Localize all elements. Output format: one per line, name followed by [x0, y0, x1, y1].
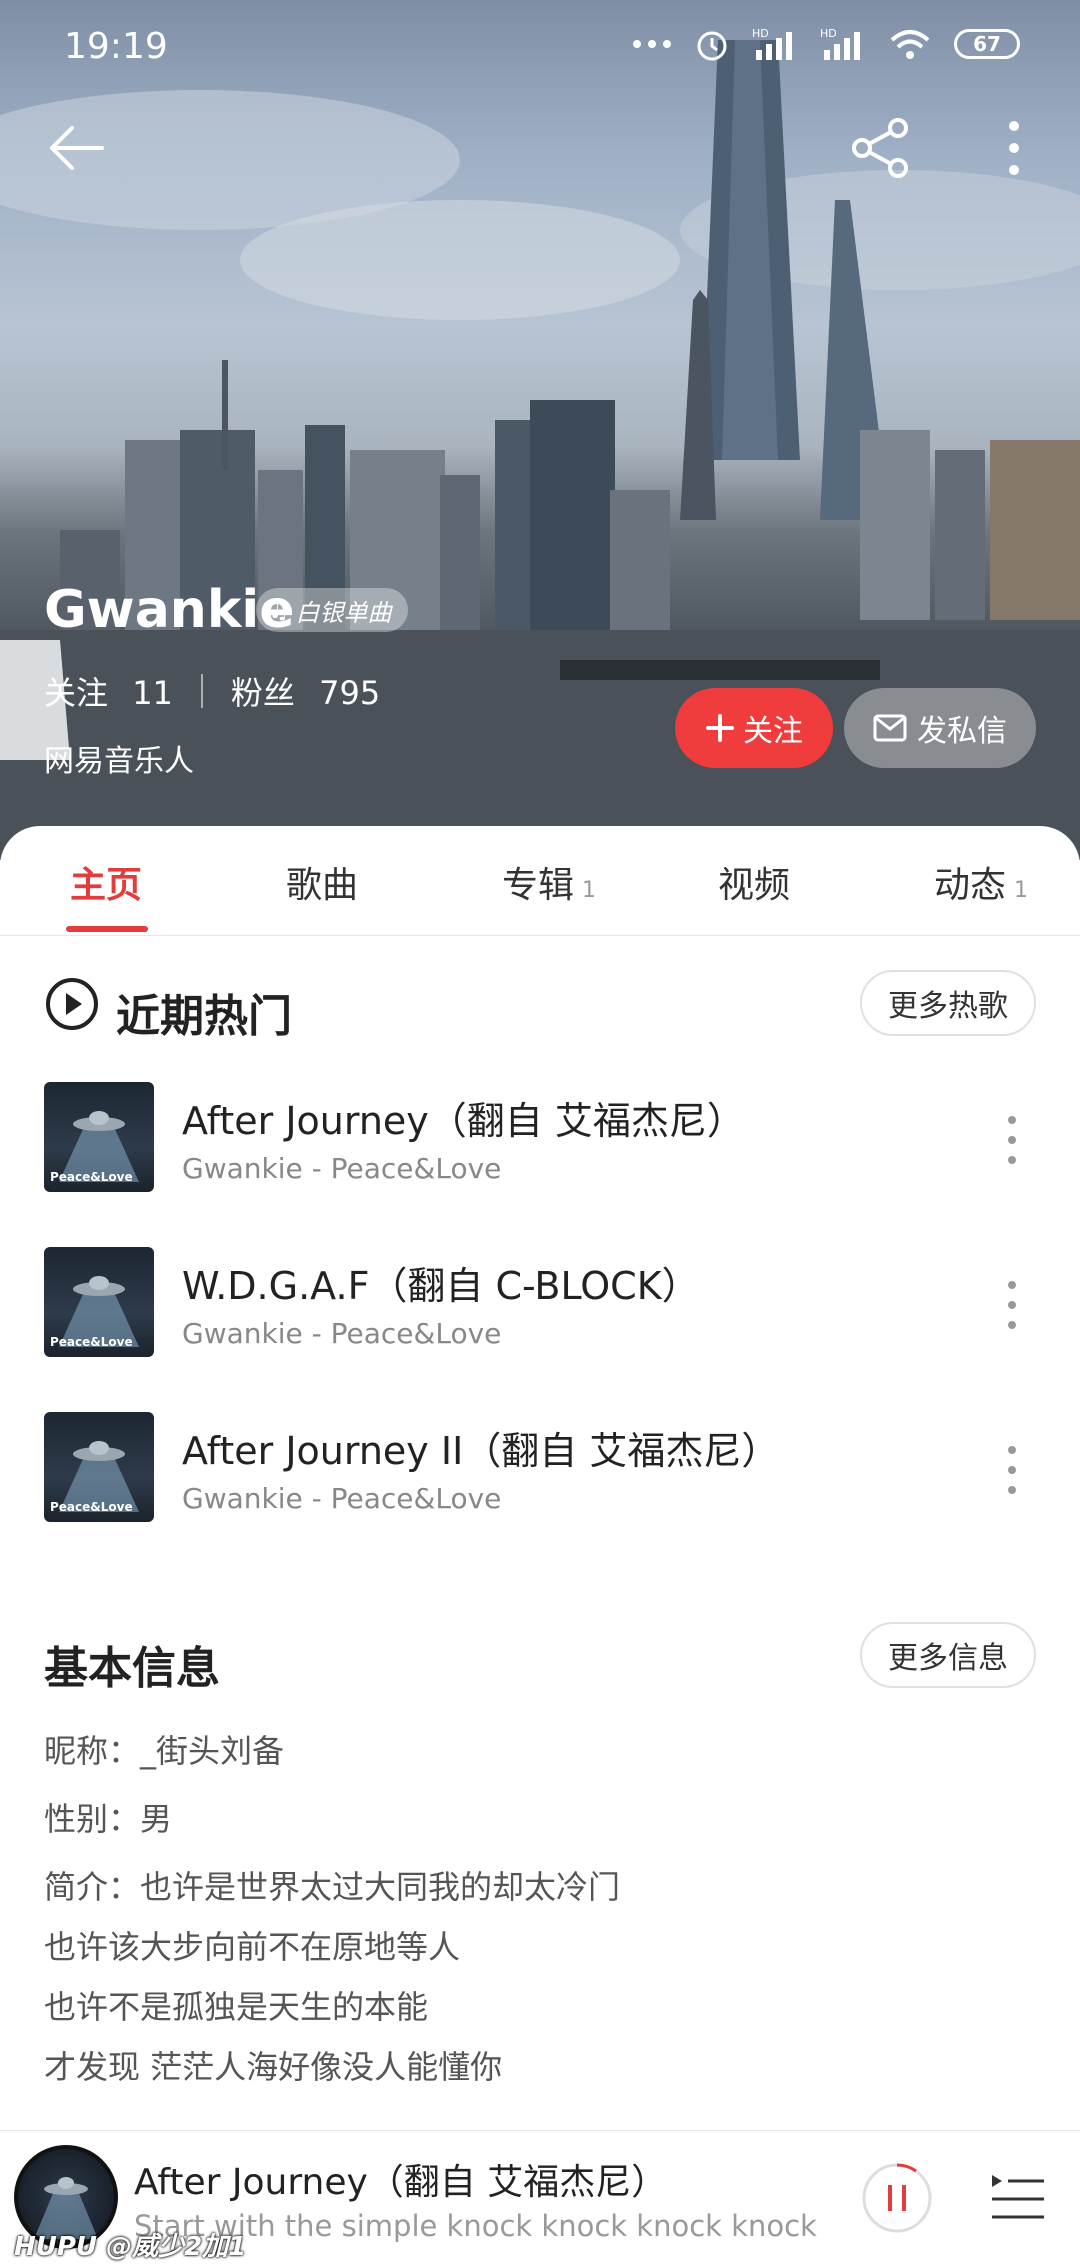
song-title: W.D.G.A.F（翻自 C-BLOCK） [182, 1264, 700, 1308]
arrow-left-icon [50, 126, 104, 170]
tab-albums[interactable]: 专辑 1 [502, 856, 596, 908]
more-info-button[interactable]: 更多信息 [860, 1622, 1036, 1688]
follow-stats: 关注 11 粉丝 795 [44, 668, 380, 714]
nickname-line: 昵称：_街头刘备 [44, 1732, 285, 1770]
basic-info-header: 基本信息 更多信息 [44, 1622, 1036, 1694]
active-tab-indicator [66, 926, 148, 932]
more-notifications-icon [632, 24, 672, 64]
status-bar: 19:19 HD HD 67 [0, 0, 1080, 96]
watermark: HUPU @威少2加1 [14, 2232, 247, 2262]
music-note-icon: ♫ [268, 596, 290, 624]
fans-stat[interactable]: 粉丝 795 [231, 668, 380, 714]
fans-count: 795 [319, 674, 381, 712]
cover-text: Peace&Love [50, 1500, 133, 1514]
signal-label-1: HD [752, 27, 769, 40]
signal-icon-2: HD [820, 24, 866, 64]
cover-text: Peace&Love [50, 1170, 133, 1184]
back-button[interactable] [44, 116, 108, 180]
song-title: After Journey（翻自 艾福杰尼） [182, 1099, 745, 1143]
following-count: 11 [132, 674, 173, 712]
song-artist-album: Gwankie - Peace&Love [182, 1317, 502, 1350]
pause-icon[interactable] [860, 2161, 934, 2235]
share-icon [852, 118, 908, 178]
badge-label: 白银单曲 [295, 598, 392, 627]
song-row[interactable]: Peace&Love W.D.G.A.F（翻自 C-BLOCK） Gwankie… [44, 1247, 1036, 1359]
wifi-icon [888, 24, 932, 64]
song-cover: Peace&Love [44, 1247, 154, 1357]
mail-icon [873, 714, 907, 742]
tab-feed-label: 动态 [934, 865, 1007, 906]
tab-albums-count: 1 [582, 878, 597, 903]
message-button-label: 发私信 [917, 714, 1007, 749]
song-row[interactable]: Peace&Love After Journey（翻自 艾福杰尼） Gwanki… [44, 1082, 1036, 1194]
song-artist-album: Gwankie - Peace&Love [182, 1482, 502, 1515]
tab-feed[interactable]: 动态 1 [934, 856, 1028, 908]
stats-divider [200, 674, 203, 708]
bio-line: 也许不是孤独是天生的本能 [44, 1988, 429, 2026]
follow-button[interactable]: 关注 [675, 688, 833, 768]
playlist-icon[interactable] [990, 2169, 1046, 2225]
song-more-icon[interactable] [1002, 1112, 1022, 1168]
more-vertical-icon [1009, 121, 1019, 175]
song-more-icon[interactable] [1002, 1442, 1022, 1498]
song-cover: Peace&Love [44, 1412, 154, 1522]
tab-videos-label: 视频 [718, 865, 791, 906]
bio-line: 简介：也许是世界太过大同我的却太冷门 [44, 1868, 621, 1906]
tab-feed-count: 1 [1014, 878, 1029, 903]
song-artist-album: Gwankie - Peace&Love [182, 1152, 502, 1185]
alarm-icon [694, 24, 730, 64]
signal-label-2: HD [820, 27, 837, 40]
player-song-title: After Journey（翻自 艾福杰尼） [134, 2162, 668, 2203]
tab-albums-label: 专辑 [502, 865, 575, 906]
basic-info-title: 基本信息 [44, 1643, 220, 1694]
song-cover: Peace&Love [44, 1082, 154, 1192]
hot-songs-title: 近期热门 [116, 991, 292, 1042]
signal-icon-1: HD [752, 24, 798, 64]
song-more-icon[interactable] [1002, 1277, 1022, 1333]
plus-icon [706, 714, 734, 742]
play-all-icon[interactable] [44, 976, 100, 1032]
share-button[interactable] [850, 116, 914, 180]
tab-videos[interactable]: 视频 [718, 856, 790, 908]
battery-indicator: 67 [954, 29, 1020, 59]
bio-line: 也许该大步向前不在原地等人 [44, 1928, 461, 1966]
follow-button-label: 关注 [743, 714, 803, 749]
song-title: After Journey II（翻自 艾福杰尼） [182, 1429, 780, 1473]
profile-content: 主页 歌曲 专辑 1 视频 动态 1 近期热门 更多热歌 Peace&Love Af… [0, 826, 1080, 2126]
more-options-button[interactable] [990, 116, 1038, 180]
tab-songs[interactable]: 歌曲 [286, 856, 358, 908]
tab-songs-label: 歌曲 [286, 865, 359, 906]
tab-home-label: 主页 [70, 865, 143, 906]
tab-home[interactable]: 主页 [70, 856, 142, 908]
more-hot-songs-button[interactable]: 更多热歌 [860, 970, 1036, 1036]
bio-line: 才发现 茫茫人海好像没人能懂你 [44, 2048, 503, 2086]
status-time: 19:19 [64, 26, 168, 67]
following-stat[interactable]: 关注 11 [44, 668, 173, 714]
cover-text: Peace&Love [50, 1335, 133, 1349]
hot-songs-header: 近期热门 更多热歌 [44, 970, 1036, 1042]
gender-line: 性别：男 [44, 1800, 173, 1838]
following-label: 关注 [44, 674, 109, 712]
artist-badge[interactable]: ♫ 白银单曲 [256, 588, 408, 632]
song-row[interactable]: Peace&Love After Journey II（翻自 艾福杰尼） Gwa… [44, 1412, 1036, 1524]
artist-role: 网易音乐人 [44, 744, 194, 779]
fans-label: 粉丝 [230, 674, 295, 712]
top-navigation [0, 110, 1080, 190]
message-button[interactable]: 发私信 [844, 688, 1036, 768]
tab-bar: 主页 歌曲 专辑 1 视频 动态 1 [0, 826, 1080, 936]
